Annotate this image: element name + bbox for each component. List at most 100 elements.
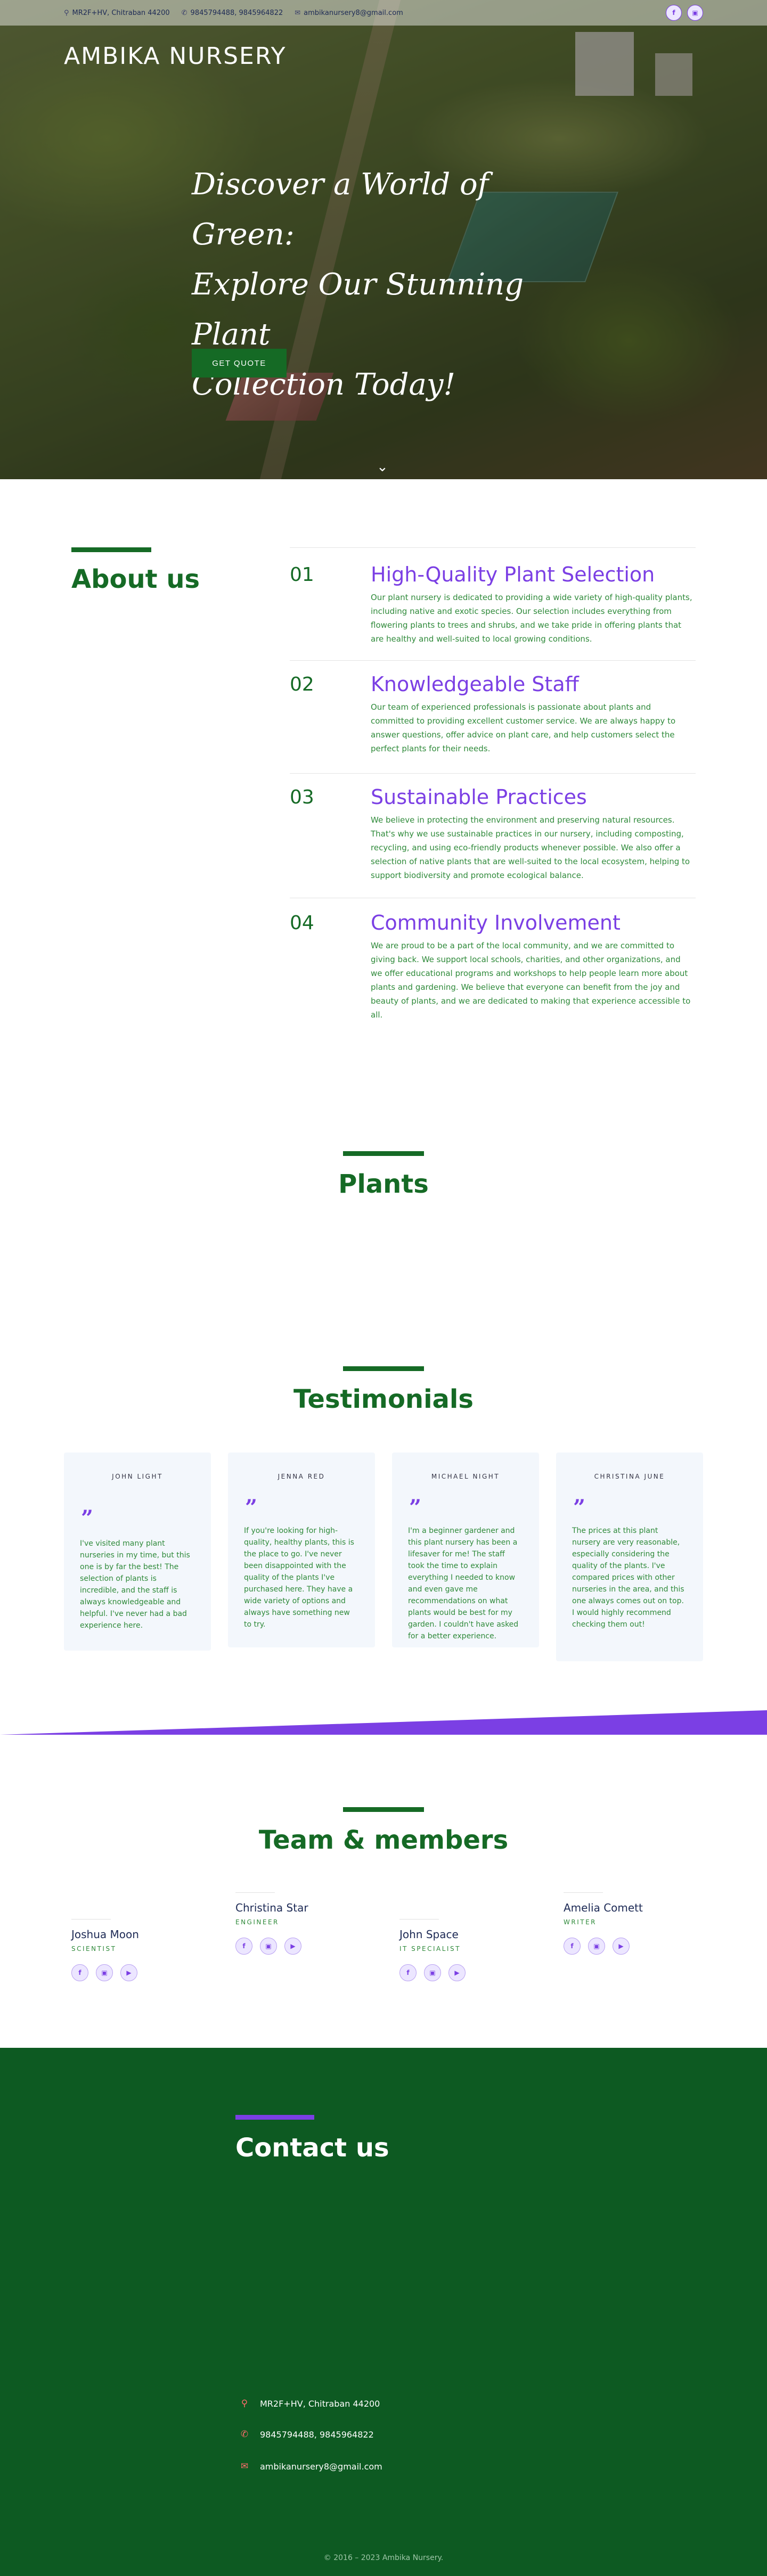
about-item-number: 02 [290,674,314,695]
about-item: 01 High-Quality Plant Selection Our plan… [290,547,696,660]
about-item-number: 01 [290,564,314,586]
member-name: Christina Star [235,1901,308,1914]
facebook-icon[interactable]: f [399,1964,417,1981]
hero-section: ⚲ MR2F+HV, Chitraban 44200 ✆ 9845794488,… [0,0,767,479]
member-divider [564,1892,603,1893]
topbar-social-links: f ▣ [666,5,703,21]
hero-title-line: Discover a World of Green: [192,167,489,252]
facebook-icon[interactable]: f [235,1938,252,1955]
youtube-icon[interactable]: ▶ [448,1964,466,1981]
contact-phone[interactable]: ✆ 9845794488, 9845964822 [239,2429,374,2440]
instagram-icon[interactable]: ▣ [260,1938,277,1955]
brand-logo[interactable]: AMBIKA NURSERY [64,43,286,70]
about-item: 04 Community Involvement We are proud to… [290,898,696,1026]
member-name: John Space [399,1928,459,1941]
about-item-text: We believe in protecting the environment… [371,815,690,880]
youtube-icon[interactable]: ▶ [284,1938,301,1955]
about-item-number: 03 [290,786,314,808]
about-title: About us [71,564,200,594]
about-item-heading: High-Quality Plant Selection [371,563,655,586]
get-quote-button[interactable]: GET QUOTE [192,349,287,378]
testimonials-accent-bar [343,1366,424,1371]
topbar-phone[interactable]: ✆ 9845794488, 9845964822 [182,9,283,17]
testimonial-text: I've visited many plant nurseries in my … [80,1539,190,1630]
about-item-heading: Community Involvement [371,911,621,934]
member-social-links: f ▣ ▶ [71,1964,210,1981]
quote-icon: ” [81,1506,94,1531]
about-item-heading: Knowledgeable Staff [371,672,579,696]
testimonial-card: CHRISTINA JUNE ” The prices at this plan… [556,1453,703,1661]
plants-accent-bar [343,1151,424,1156]
testimonial-text: The prices at this plant nursery are ver… [572,1527,684,1629]
topbar-phone-text: 9845794488, 9845964822 [190,9,283,17]
youtube-icon[interactable]: ▶ [120,1964,137,1981]
member-name: Joshua Moon [71,1928,139,1941]
topbar-email-text: ambikanursery8@gmail.com [304,9,403,17]
member-name: Amelia Comett [564,1901,643,1914]
contact-address-text: MR2F+HV, Chitraban 44200 [260,2398,380,2409]
mail-icon: ✉ [295,9,301,17]
testimonial-author: JOHN LIGHT [112,1473,163,1480]
contact-address: ⚲ MR2F+HV, Chitraban 44200 [239,2398,380,2409]
testimonial-text: I'm a beginner gardener and this plant n… [408,1527,519,1640]
phone-icon: ✆ [240,2429,249,2440]
topbar-address-text: MR2F+HV, Chitraban 44200 [72,9,170,17]
testimonial-text: If you're looking for high-quality, heal… [244,1527,354,1629]
about-item-text: Our plant nursery is dedicated to provid… [371,593,692,644]
member-social-links: f ▣ ▶ [564,1938,702,1955]
youtube-icon[interactable]: ▶ [613,1938,630,1955]
quote-icon: ” [245,1495,258,1520]
testimonial-author: CHRISTINA JUNE [594,1473,665,1480]
testimonials-title: Testimonials [293,1384,474,1414]
facebook-icon[interactable]: f [564,1938,581,1955]
team-accent-bar [343,1807,424,1812]
member-social-links: f ▣ ▶ [399,1964,538,1981]
page: ⚲ MR2F+HV, Chitraban 44200 ✆ 9845794488,… [0,0,767,2576]
phone-icon: ✆ [181,9,187,17]
team-member: Amelia Comett WRITER f ▣ ▶ [564,1892,702,1955]
instagram-icon[interactable]: ▣ [687,5,703,21]
testimonial-card: JOHN LIGHT ” I've visited many plant nur… [64,1453,211,1651]
about-item: 03 Sustainable Practices We believe in p… [290,773,696,898]
instagram-icon[interactable]: ▣ [588,1938,605,1955]
testimonial-author: MICHAEL NIGHT [431,1473,500,1480]
about-accent-bar [71,547,151,552]
contact-email-text: ambikanursery8@gmail.com [260,2461,382,2472]
copyright-text: © 2016 – 2023 Ambika Nursery. [323,2554,444,2562]
team-member: Christina Star ENGINEER f ▣ ▶ [235,1892,374,1955]
testimonial-card: JENNA RED ” If you're looking for high-q… [228,1453,375,1647]
member-social-links: f ▣ ▶ [235,1938,374,1955]
contact-phone-text: 9845794488, 9845964822 [260,2429,374,2440]
topbar-address: ⚲ MR2F+HV, Chitraban 44200 [64,9,170,17]
topbar-email[interactable]: ✉ ambikanursery8@gmail.com [295,9,403,17]
hero-title-line: Explore Our Stunning Plant [192,267,524,352]
member-divider [235,1892,275,1893]
topbar: ⚲ MR2F+HV, Chitraban 44200 ✆ 9845794488,… [0,0,767,26]
contact-title: Contact us [235,2133,389,2163]
contact-accent-bar [235,2115,314,2120]
about-item-heading: Sustainable Practices [371,785,587,809]
instagram-icon[interactable]: ▣ [96,1964,113,1981]
contact-email[interactable]: ✉ ambikanursery8@gmail.com [239,2461,382,2472]
testimonial-author: JENNA RED [278,1473,325,1480]
member-role: SCIENTIST [71,1945,117,1952]
about-item: 02 Knowledgeable Staff Our team of exper… [290,660,696,773]
instagram-icon[interactable]: ▣ [424,1964,441,1981]
facebook-icon[interactable]: f [666,5,682,21]
about-list: 01 High-Quality Plant Selection Our plan… [290,547,696,1026]
chevron-down-icon[interactable]: ⌄ [377,459,388,475]
about-item-text: We are proud to be a part of the local c… [371,941,691,1020]
member-role: WRITER [564,1918,597,1926]
contact-section: Contact us ⚲ MR2F+HV, Chitraban 44200 ✆ … [0,2048,767,2576]
section-divider [0,1710,767,1736]
plants-title: Plants [338,1169,429,1199]
about-item-number: 04 [290,912,314,934]
testimonial-card: MICHAEL NIGHT ” I'm a beginner gardener … [392,1453,539,1647]
about-item-text: Our team of experienced professionals is… [371,702,676,753]
facebook-icon[interactable]: f [71,1964,88,1981]
quote-icon: ” [573,1495,586,1520]
mail-icon: ✉ [240,2461,249,2472]
team-title: Team & members [258,1825,509,1855]
team-member: Joshua Moon SCIENTIST f ▣ ▶ [71,1919,210,1981]
member-role: IT SPECIALIST [399,1945,461,1952]
